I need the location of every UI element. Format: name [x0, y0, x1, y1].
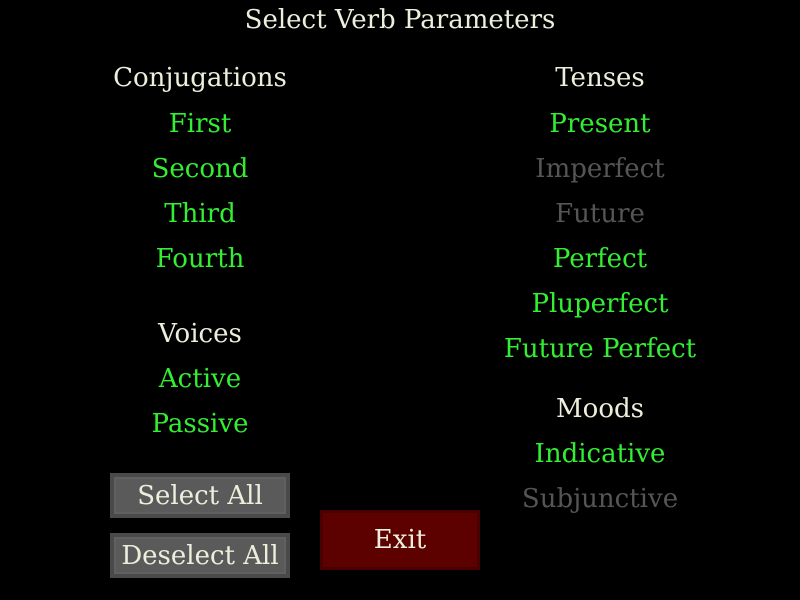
option-perfect-tense[interactable]: Perfect: [553, 244, 647, 274]
option-future-perfect-tense[interactable]: Future Perfect: [504, 334, 696, 364]
moods-heading: Moods: [556, 394, 644, 424]
option-passive-voice[interactable]: Passive: [152, 409, 249, 439]
option-first-conjugation[interactable]: First: [169, 109, 232, 139]
tenses-heading: Tenses: [555, 63, 645, 93]
deselect-all-button[interactable]: Deselect All: [110, 533, 290, 578]
option-subjunctive-mood[interactable]: Subjunctive: [522, 484, 678, 514]
option-present-tense[interactable]: Present: [549, 109, 650, 139]
voices-heading: Voices: [158, 319, 242, 349]
option-pluperfect-tense[interactable]: Pluperfect: [531, 289, 668, 319]
option-active-voice[interactable]: Active: [159, 364, 241, 394]
exit-button[interactable]: Exit: [320, 510, 480, 570]
option-third-conjugation[interactable]: Third: [164, 199, 235, 229]
option-imperfect-tense[interactable]: Imperfect: [535, 154, 664, 184]
select-all-button[interactable]: Select All: [110, 473, 290, 518]
option-second-conjugation[interactable]: Second: [152, 154, 249, 184]
conjugations-heading: Conjugations: [113, 63, 287, 93]
option-future-tense[interactable]: Future: [555, 199, 645, 229]
option-fourth-conjugation[interactable]: Fourth: [156, 244, 245, 274]
page-title: Select Verb Parameters: [244, 5, 556, 35]
option-indicative-mood[interactable]: Indicative: [535, 439, 666, 469]
